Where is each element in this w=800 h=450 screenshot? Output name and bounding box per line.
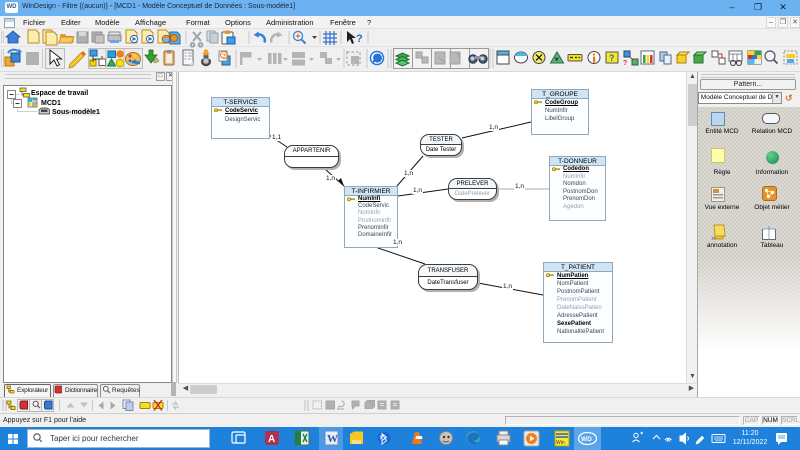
svg-text:?: ?: [623, 60, 627, 67]
svg-text:?: ?: [609, 53, 615, 63]
svg-text:?: ?: [356, 33, 363, 45]
svg-text:Win: Win: [556, 440, 565, 446]
svg-text:?: ?: [222, 53, 226, 60]
svg-text:W: W: [327, 433, 338, 445]
svg-text:WD: WD: [581, 436, 592, 443]
svg-text:A: A: [268, 434, 275, 445]
